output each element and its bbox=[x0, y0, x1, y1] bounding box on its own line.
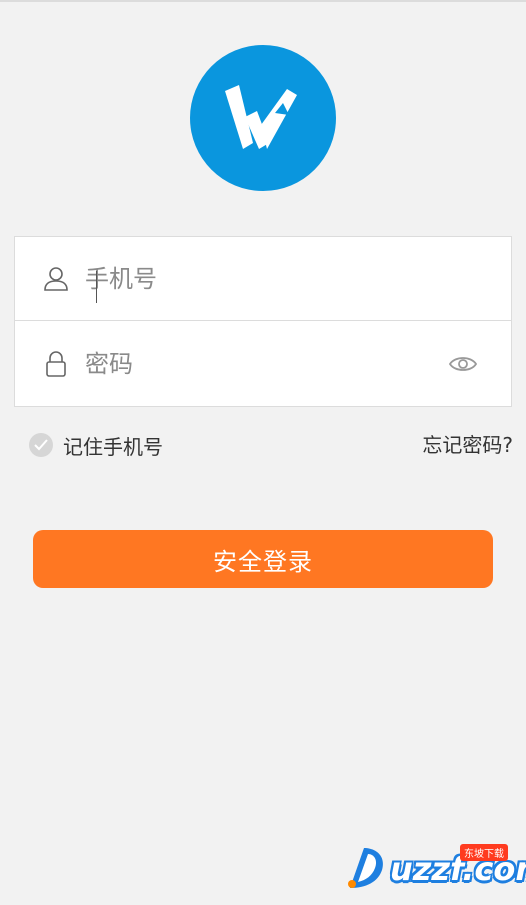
eye-icon[interactable] bbox=[449, 354, 477, 374]
app-logo bbox=[190, 45, 336, 191]
lock-icon bbox=[43, 349, 69, 379]
status-edge bbox=[0, 0, 526, 2]
remember-phone-checkbox[interactable]: 记住手机号 bbox=[29, 430, 163, 460]
user-icon bbox=[43, 264, 69, 294]
text-caret bbox=[96, 271, 97, 303]
phone-input[interactable] bbox=[85, 258, 441, 299]
watermark-tag: 东坡下载 bbox=[460, 844, 508, 861]
password-input[interactable] bbox=[85, 344, 441, 384]
phone-field-row bbox=[15, 237, 511, 321]
secure-login-button[interactable]: 安全登录 bbox=[33, 530, 493, 588]
forgot-password-link[interactable]: 忘记密码? bbox=[422, 430, 513, 460]
password-field-row bbox=[15, 322, 511, 406]
remember-label: 记住手机号 bbox=[63, 434, 163, 459]
watermark: uzzf.com 东坡下载 bbox=[342, 840, 526, 896]
login-form bbox=[14, 236, 512, 407]
check-icon bbox=[29, 433, 53, 457]
w-logo-icon bbox=[225, 85, 297, 149]
